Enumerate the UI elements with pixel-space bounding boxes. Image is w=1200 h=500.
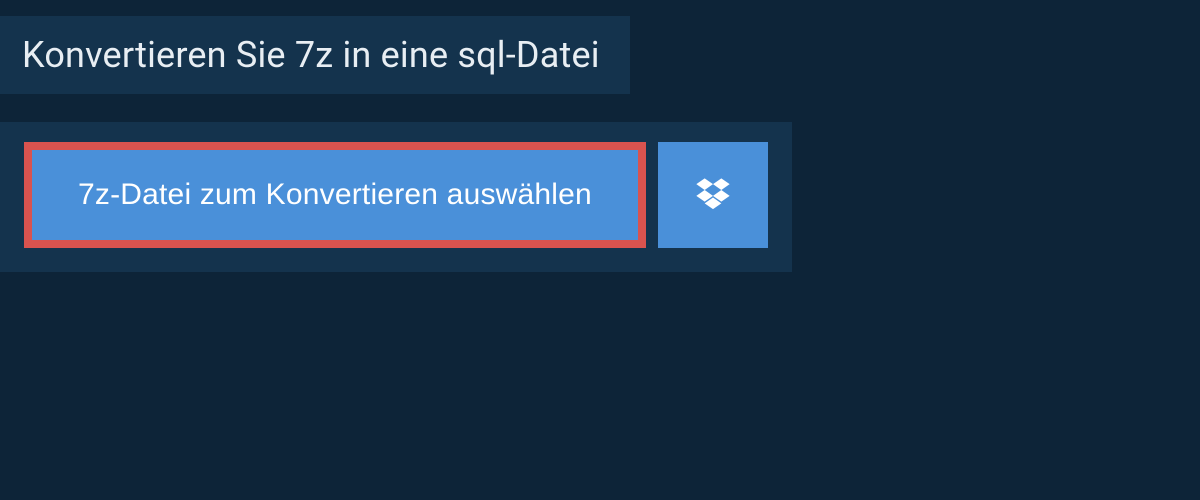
upload-panel: 7z-Datei zum Konvertieren auswählen [0, 122, 792, 272]
select-file-label: 7z-Datei zum Konvertieren auswählen [78, 178, 592, 212]
dropbox-icon [693, 175, 733, 215]
page-title: Konvertieren Sie 7z in eine sql-Datei [22, 34, 600, 76]
dropbox-button[interactable] [658, 142, 768, 248]
header-bar: Konvertieren Sie 7z in eine sql-Datei [0, 16, 630, 94]
select-file-button[interactable]: 7z-Datei zum Konvertieren auswählen [24, 142, 646, 248]
